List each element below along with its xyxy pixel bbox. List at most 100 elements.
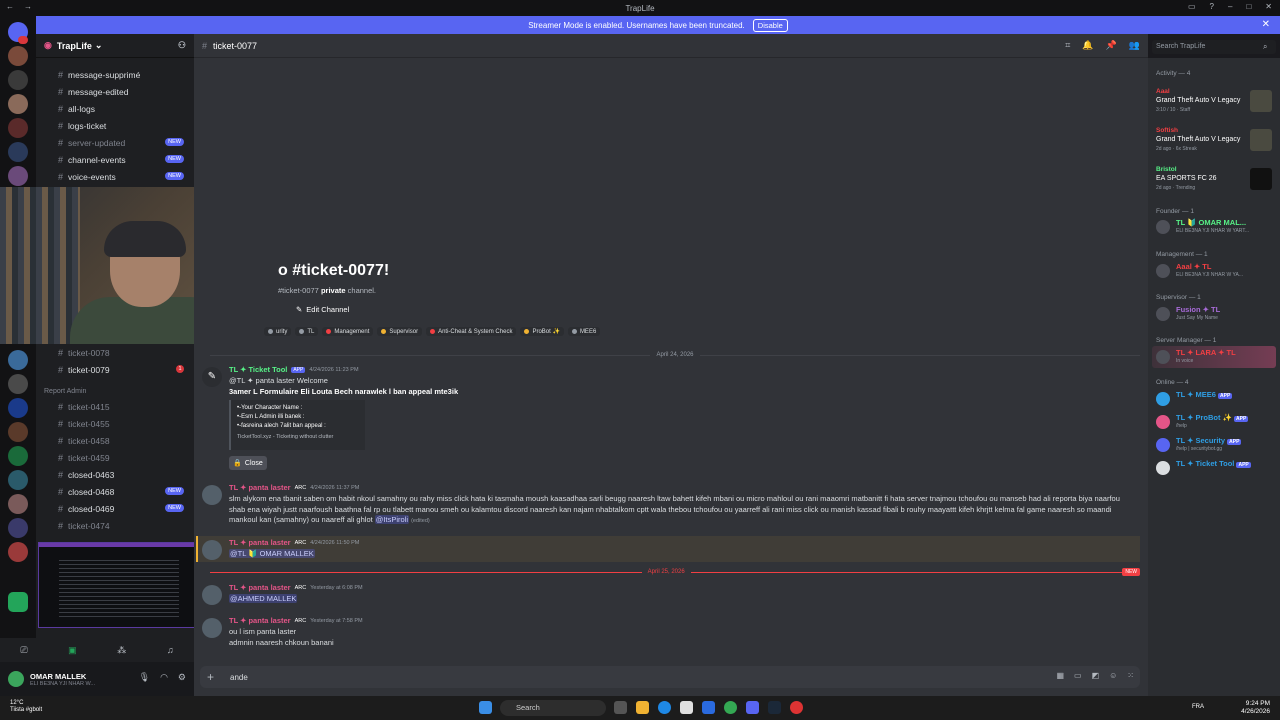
- add-server-icon[interactable]: [8, 592, 28, 612]
- edge-icon[interactable]: [658, 701, 671, 714]
- headphones-icon[interactable]: ◠: [160, 672, 168, 683]
- minimize-button[interactable]: –: [1228, 2, 1232, 11]
- member-item[interactable]: TL ✦ Security APP/help | securitybot.gg: [1152, 434, 1276, 456]
- server-icon[interactable]: [8, 118, 28, 138]
- channel-item[interactable]: # message-edited: [36, 83, 194, 100]
- member-item[interactable]: Aaal ✦ TL ELI BE3NA YJI NHAR W YA...: [1152, 260, 1276, 282]
- soundboard-icon[interactable]: ♫: [167, 645, 174, 655]
- inbox-icon[interactable]: ▭: [1188, 2, 1196, 11]
- server-icon[interactable]: [8, 374, 28, 394]
- pin-icon[interactable]: 📌: [1106, 40, 1117, 51]
- user-info[interactable]: OMAR MALLEK ELI BE3NA YJI NHAR W...: [30, 672, 95, 687]
- file-explorer-icon[interactable]: [636, 701, 649, 714]
- activity-card[interactable]: Bristol EA SPORTS FC 26 2d ago · Trendin…: [1152, 166, 1276, 202]
- channel-item[interactable]: # closed-0469 NEW: [36, 500, 194, 517]
- close-window-button[interactable]: ✕: [1265, 2, 1272, 11]
- server-icon[interactable]: [8, 142, 28, 162]
- role-tag[interactable]: Supervisor: [377, 327, 423, 336]
- server-icon[interactable]: [8, 94, 28, 114]
- store-icon[interactable]: [680, 701, 693, 714]
- threads-icon[interactable]: ⌗: [1065, 40, 1070, 51]
- clock[interactable]: 9:24 PM 4/26/2026: [1241, 700, 1270, 716]
- forward-icon[interactable]: →: [24, 2, 32, 11]
- role-tag[interactable]: ProBot ✨: [520, 327, 564, 336]
- role-tag[interactable]: Management: [322, 327, 374, 336]
- close-banner-icon[interactable]: ✕: [1262, 19, 1270, 30]
- server-icon[interactable]: [8, 518, 28, 538]
- channel-item[interactable]: # ticket-0079 1: [36, 361, 194, 378]
- member-item[interactable]: Fusion ✦ TL Just Say My Name: [1152, 303, 1276, 325]
- member-item[interactable]: TL ✦ MEE6 APP: [1152, 388, 1276, 410]
- settings-icon[interactable]: ⚙: [178, 672, 186, 683]
- channel-item[interactable]: # logs-ticket: [36, 117, 194, 134]
- ticket-tool-avatar[interactable]: ✎: [202, 367, 222, 387]
- message-author[interactable]: TL ✦ Ticket Tool: [229, 365, 287, 374]
- message[interactable]: TL ✦ panta laster ARC 4/24/2026 11:37 PM…: [200, 483, 1140, 529]
- channel-item[interactable]: # ticket-0458: [36, 432, 194, 449]
- notification-bell-icon[interactable]: 🔔: [1082, 40, 1093, 51]
- server-icon[interactable]: [8, 470, 28, 490]
- gif-icon[interactable]: ▭: [1074, 671, 1082, 680]
- server-icon[interactable]: [8, 446, 28, 466]
- weather-widget[interactable]: 12°C Tiista #gbolt: [10, 700, 42, 714]
- channel-item[interactable]: # ticket-0078: [36, 344, 194, 361]
- chrome-icon[interactable]: [724, 701, 737, 714]
- close-ticket-button[interactable]: 🔒 Close: [229, 456, 267, 470]
- avatar[interactable]: [202, 540, 222, 560]
- activity-card[interactable]: Softish Grand Theft Auto V Legacy 2d ago…: [1152, 127, 1276, 163]
- taskbar-search[interactable]: Search: [500, 700, 606, 716]
- server-icon[interactable]: [8, 166, 28, 186]
- server-icon[interactable]: [8, 494, 28, 514]
- role-tag[interactable]: TL: [295, 327, 319, 336]
- user-mention[interactable]: @AHMED MALLEK: [229, 594, 298, 603]
- member-item[interactable]: TL 🔰 OMAR MAL... ELI BE3NA YJI NHAR W YA…: [1152, 216, 1276, 238]
- help-icon[interactable]: ?: [1210, 2, 1214, 11]
- plus-icon[interactable]: +: [207, 670, 214, 684]
- role-tag[interactable]: MEE6: [567, 327, 601, 336]
- language-indicator[interactable]: FRA: [1192, 704, 1204, 710]
- channel-item[interactable]: # ticket-0459: [36, 449, 194, 466]
- member-list-icon[interactable]: 👥: [1129, 40, 1140, 51]
- back-icon[interactable]: ←: [6, 2, 14, 11]
- message[interactable]: TL ✦ panta laster ARC Yesterday at 7:58 …: [200, 616, 1140, 650]
- channel-item[interactable]: # all-logs: [36, 100, 194, 117]
- server-icon[interactable]: [8, 542, 28, 562]
- sticker-icon[interactable]: ◩: [1092, 671, 1100, 680]
- member-item[interactable]: TL ✦ Ticket Tool APP: [1152, 457, 1276, 479]
- avatar[interactable]: [8, 671, 24, 687]
- server-icon[interactable]: [8, 70, 28, 90]
- apps-icon[interactable]: ⁙: [1127, 671, 1134, 680]
- message[interactable]: TL ✦ panta laster ARC Yesterday at 6:08 …: [200, 583, 1140, 607]
- discord-taskbar-icon[interactable]: [746, 701, 759, 714]
- member-item[interactable]: TL ✦ ProBot ✨ APP/help: [1152, 411, 1276, 433]
- message[interactable]: TL ✦ panta laster ARC 4/24/2026 11:50 PM…: [200, 538, 1140, 562]
- message-author[interactable]: TL ✦ panta laster: [229, 583, 291, 592]
- message-input[interactable]: + ande ▦ ▭ ◩ ☺ ⁙: [200, 666, 1140, 688]
- channel-item[interactable]: # server-updated NEW: [36, 134, 194, 151]
- channel-item[interactable]: # closed-0468 NEW: [36, 483, 194, 500]
- search-input[interactable]: Search TrapLife: [1152, 40, 1276, 54]
- message-author[interactable]: TL ✦ panta laster: [229, 483, 291, 492]
- category-report-admin[interactable]: Report Admin: [44, 388, 86, 395]
- emoji-icon[interactable]: ☺: [1109, 671, 1117, 680]
- guild-header[interactable]: ◉ TrapLife ⌄ ⚇: [36, 34, 194, 58]
- server-icon[interactable]: [8, 46, 28, 66]
- steam-icon[interactable]: [768, 701, 781, 714]
- channel-item[interactable]: # message-supprimé: [36, 66, 194, 83]
- role-tag[interactable]: urity: [264, 327, 292, 336]
- task-view-icon[interactable]: [614, 701, 627, 714]
- start-icon[interactable]: [479, 701, 492, 714]
- app-icon[interactable]: [790, 701, 803, 714]
- add-member-icon[interactable]: ⚇: [178, 40, 186, 51]
- server-icon[interactable]: [8, 350, 28, 370]
- screen-share-preview[interactable]: [38, 542, 198, 628]
- channel-item[interactable]: # ticket-0415: [36, 398, 194, 415]
- mail-icon[interactable]: [702, 701, 715, 714]
- message-author[interactable]: TL ✦ panta laster: [229, 538, 291, 547]
- channel-item[interactable]: # voice-events NEW: [36, 168, 194, 185]
- activity-card[interactable]: Aaal Grand Theft Auto V Legacy 3:10 / 10…: [1152, 88, 1276, 124]
- channel-item[interactable]: # ticket-0474: [36, 517, 194, 534]
- disable-streamer-button[interactable]: Disable: [752, 18, 788, 32]
- role-tag[interactable]: Anti-Cheat & System Check: [426, 327, 517, 336]
- activities-icon[interactable]: ⁂: [117, 645, 126, 656]
